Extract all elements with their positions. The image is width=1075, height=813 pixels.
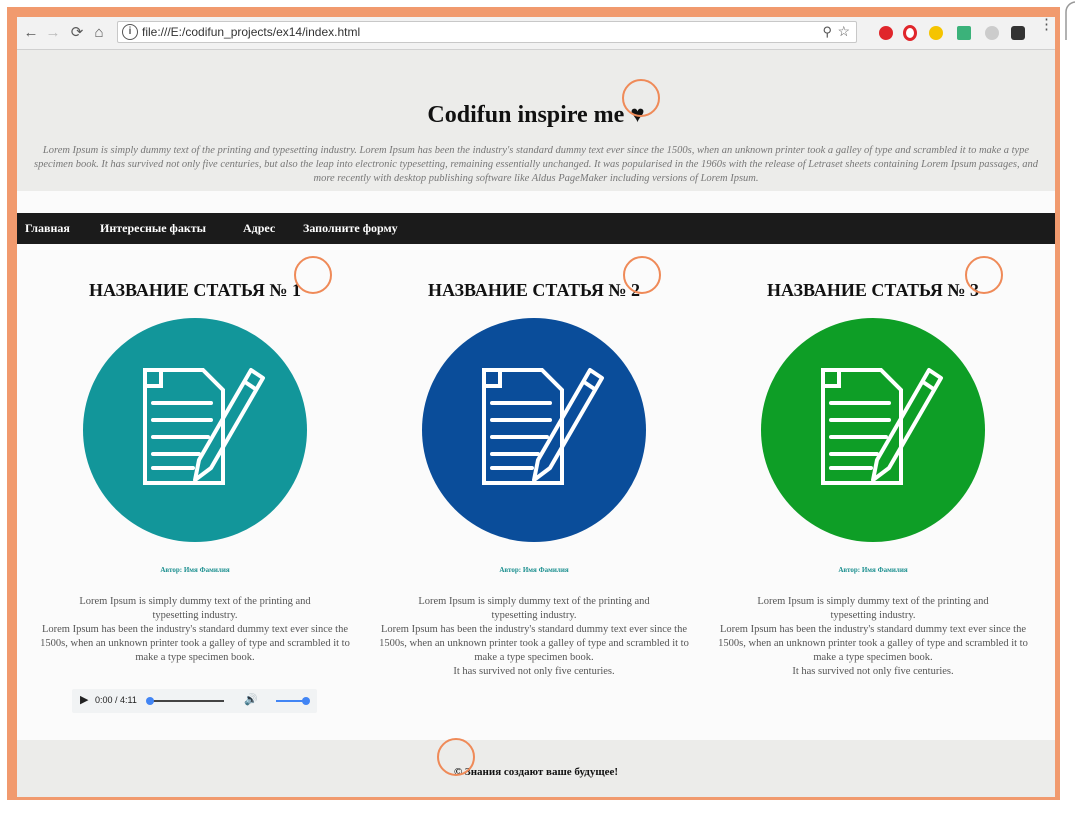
audio-seek-handle[interactable] (146, 697, 154, 705)
opera-icon[interactable] (903, 25, 917, 41)
article-paragraph: Lorem Ipsum has been the industry's stan… (379, 624, 689, 663)
article-card: НАЗВАНИЕ СТАТЬЯ № 3 Автор: Имя Фамилия L… (703, 244, 1043, 734)
article-card: НАЗВАНИЕ СТАТЬЯ № 1 Автор: Имя Фамилия L… (25, 244, 365, 734)
article-paragraph: It has survived not only five centuries. (453, 666, 615, 677)
play-icon[interactable]: ▶ (80, 693, 88, 706)
audio-volume-handle[interactable] (302, 697, 310, 705)
nav-item-address[interactable]: Адрес (243, 221, 275, 236)
article-paragraph: Lorem Ipsum has been the industry's stan… (718, 624, 1028, 663)
article-text: Lorem Ipsum is simply dummy text of the … (703, 595, 1043, 679)
info-icon[interactable]: i (122, 24, 138, 40)
web-page: Codifun inspire me ♥ Lorem Ipsum is simp… (17, 50, 1055, 797)
article-paragraph: Lorem Ipsum is simply dummy text of the … (418, 596, 650, 621)
browser-toolbar: ← → ⟳ ⌂ i file:///E:/codifun_projects/ex… (17, 17, 1055, 50)
annotation-ring (965, 256, 1003, 294)
home-icon[interactable]: ⌂ (89, 23, 109, 43)
address-bar[interactable]: i file:///E:/codifun_projects/ex14/index… (117, 21, 857, 43)
url-text[interactable]: file:///E:/codifun_projects/ex14/index.h… (142, 25, 360, 39)
extension-3-icon[interactable] (929, 26, 943, 40)
main-nav: Главная Интересные факты Адрес Заполните… (17, 213, 1055, 244)
site-footer: © Знания создают ваше будущее! (17, 740, 1055, 797)
extension-5-icon[interactable] (985, 26, 999, 40)
article-text: Lorem Ipsum is simply dummy text of the … (364, 595, 704, 679)
nav-item-form[interactable]: Заполните форму (303, 221, 398, 236)
extension-4-icon[interactable] (957, 26, 971, 40)
article-image (422, 318, 646, 542)
extension-1-icon[interactable] (879, 26, 893, 40)
audio-seek-bar[interactable] (150, 700, 224, 702)
audio-player: ▶ 0:00 / 4:11 🔊 (72, 689, 317, 713)
annotation-ring (294, 256, 332, 294)
browser-window: ← → ⟳ ⌂ i file:///E:/codifun_projects/ex… (17, 17, 1055, 797)
document-pencil-icon (143, 368, 265, 485)
audio-time: 0:00 / 4:11 (95, 695, 137, 705)
nav-item-facts[interactable]: Интересные факты (100, 221, 206, 236)
article-image (761, 318, 985, 542)
header-lead-text: Lorem Ipsum is simply dummy text of the … (34, 145, 1038, 184)
back-icon[interactable]: ← (21, 23, 41, 43)
annotation-ring (437, 738, 475, 776)
nav-item-home[interactable]: Главная (25, 221, 70, 236)
background-edge (1062, 0, 1075, 50)
extension-6-icon[interactable] (1011, 26, 1025, 40)
article-paragraph: It has survived not only five centuries. (792, 666, 954, 677)
article-author: Автор: Имя Фамилия (160, 566, 230, 574)
article-paragraph: Lorem Ipsum has been the industry's stan… (40, 624, 350, 663)
article-author: Автор: Имя Фамилия (838, 566, 908, 574)
document-pencil-icon (821, 368, 943, 485)
forward-icon[interactable]: → (43, 23, 63, 43)
article-text: Lorem Ipsum is simply dummy text of the … (25, 595, 365, 665)
volume-icon[interactable]: 🔊 (244, 693, 258, 706)
reload-icon[interactable]: ⟳ (67, 23, 87, 43)
article-image (83, 318, 307, 542)
footer-text: © Знания создают ваше будущее! (453, 766, 619, 778)
article-paragraph: Lorem Ipsum is simply dummy text of the … (757, 596, 989, 621)
article-card: НАЗВАНИЕ СТАТЬЯ № 2 Автор: Имя Фамилия L… (364, 244, 704, 734)
menu-icon[interactable]: ⋮ (1039, 17, 1054, 32)
article-author: Автор: Имя Фамилия (499, 566, 569, 574)
zoom-icon[interactable]: ⚲ (822, 24, 832, 40)
article-paragraph: Lorem Ipsum is simply dummy text of the … (79, 596, 311, 621)
site-header: Codifun inspire me ♥ Lorem Ipsum is simp… (17, 50, 1055, 191)
site-title: Codifun inspire me ♥ (427, 102, 645, 128)
document-pencil-icon (482, 368, 604, 485)
annotation-ring (623, 256, 661, 294)
bookmark-star-icon[interactable]: ☆ (837, 23, 850, 40)
annotation-ring (622, 79, 660, 117)
